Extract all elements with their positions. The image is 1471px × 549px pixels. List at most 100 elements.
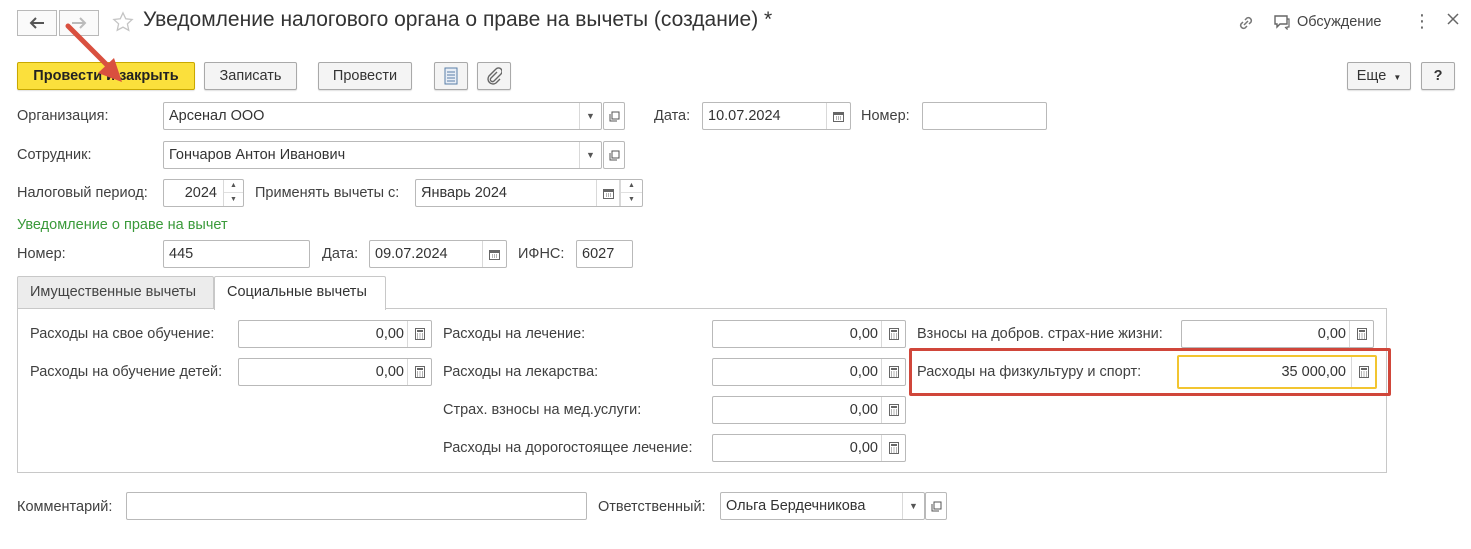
dropdown-icon[interactable]: ▼ bbox=[902, 493, 924, 519]
organization-open-button[interactable] bbox=[603, 102, 625, 130]
employee-label: Сотрудник: bbox=[17, 147, 92, 163]
ifns-label: ИФНС: bbox=[518, 246, 565, 262]
notice-number-field[interactable]: 445 bbox=[163, 240, 310, 268]
stepper-down-icon[interactable]: ▼ bbox=[621, 193, 642, 206]
treatment-value: 0,00 bbox=[849, 326, 878, 342]
children-education-field[interactable]: 0,00 bbox=[238, 358, 432, 386]
apply-from-label: Применять вычеты с: bbox=[255, 185, 400, 201]
calculator-icon[interactable] bbox=[881, 359, 905, 385]
life-insurance-field[interactable]: 0,00 bbox=[1181, 320, 1374, 348]
calculator-icon[interactable] bbox=[881, 397, 905, 423]
responsible-open-button[interactable] bbox=[925, 492, 947, 520]
more-label: Еще bbox=[1356, 68, 1387, 84]
close-icon[interactable] bbox=[1446, 12, 1460, 29]
med-insurance-field[interactable]: 0,00 bbox=[712, 396, 906, 424]
discussion-button[interactable]: Обсуждение bbox=[1273, 14, 1381, 30]
notice-date-label: Дата: bbox=[322, 246, 359, 262]
children-education-label: Расходы на обучение детей: bbox=[30, 364, 223, 380]
employee-field[interactable]: Гончаров Антон Иванович ▼ bbox=[163, 141, 602, 169]
med-insurance-value: 0,00 bbox=[849, 402, 878, 418]
open-window-icon bbox=[609, 150, 619, 160]
notice-section-title: Уведомление о праве на вычет bbox=[17, 217, 228, 233]
number-label: Номер: bbox=[861, 108, 910, 124]
calculator-icon[interactable] bbox=[407, 359, 431, 385]
discussion-label: Обсуждение bbox=[1297, 14, 1382, 30]
month-stepper[interactable]: ▲ ▼ bbox=[620, 180, 642, 206]
attach-button[interactable] bbox=[477, 62, 511, 90]
paperclip-icon bbox=[487, 67, 502, 85]
organization-field[interactable]: Арсенал ООО ▼ bbox=[163, 102, 602, 130]
own-education-field[interactable]: 0,00 bbox=[238, 320, 432, 348]
treatment-label: Расходы на лечение: bbox=[443, 326, 586, 342]
dropdown-icon[interactable]: ▼ bbox=[579, 142, 601, 168]
tab-social-deductions[interactable]: Социальные вычеты bbox=[214, 276, 386, 310]
organization-label: Организация: bbox=[17, 108, 109, 124]
save-button[interactable]: Записать bbox=[204, 62, 297, 90]
chat-icon bbox=[1274, 15, 1290, 30]
more-menu-icon[interactable]: ⋮ bbox=[1413, 12, 1431, 30]
children-education-value: 0,00 bbox=[375, 364, 404, 380]
responsible-field[interactable]: Ольга Бердечникова ▼ bbox=[720, 492, 925, 520]
open-window-icon bbox=[931, 501, 941, 511]
year-stepper[interactable]: ▲ ▼ bbox=[223, 180, 243, 206]
open-window-icon bbox=[609, 111, 619, 121]
document-list-icon bbox=[444, 67, 458, 85]
link-icon[interactable] bbox=[1236, 13, 1256, 36]
responsible-label: Ответственный: bbox=[598, 499, 706, 515]
stepper-down-icon[interactable]: ▼ bbox=[224, 193, 243, 206]
med-insurance-label: Страх. взносы на мед.услуги: bbox=[443, 402, 642, 418]
tax-period-value: 2024 bbox=[184, 185, 217, 201]
responsible-value: Ольга Бердечникова bbox=[726, 498, 866, 514]
page-title: Уведомление налогового органа о праве на… bbox=[143, 8, 773, 31]
post-button[interactable]: Провести bbox=[318, 62, 412, 90]
notice-number-label: Номер: bbox=[17, 246, 66, 262]
apply-from-field[interactable]: Январь 2024 ▲ ▼ bbox=[415, 179, 643, 207]
tax-period-label: Налоговый период: bbox=[17, 185, 148, 201]
treatment-field[interactable]: 0,00 bbox=[712, 320, 906, 348]
calculator-icon[interactable] bbox=[407, 321, 431, 347]
notice-number-value: 445 bbox=[169, 246, 194, 262]
sport-value: 35 000,00 bbox=[1281, 364, 1346, 380]
calculator-icon[interactable] bbox=[881, 321, 905, 347]
tab-property-deductions[interactable]: Имущественные вычеты bbox=[17, 276, 214, 309]
notice-date-field[interactable]: 09.07.2024 bbox=[369, 240, 507, 268]
calendar-icon[interactable] bbox=[826, 103, 850, 129]
number-field[interactable] bbox=[922, 102, 1047, 130]
tax-period-field[interactable]: 2024 ▲ ▼ bbox=[163, 179, 244, 207]
arrow-left-icon bbox=[29, 17, 44, 29]
pointer-arrow bbox=[65, 23, 122, 82]
expensive-treatment-label: Расходы на дорогостоящее лечение: bbox=[443, 440, 693, 456]
back-button[interactable] bbox=[17, 10, 57, 36]
expensive-treatment-field[interactable]: 0,00 bbox=[712, 434, 906, 462]
medicines-value: 0,00 bbox=[849, 364, 878, 380]
chevron-down-icon: ▼ bbox=[1393, 73, 1402, 82]
date-label: Дата: bbox=[654, 108, 691, 124]
sport-field[interactable]: 35 000,00 bbox=[1177, 355, 1377, 389]
own-education-value: 0,00 bbox=[375, 326, 404, 342]
apply-from-value: Январь 2024 bbox=[421, 185, 507, 201]
medicines-field[interactable]: 0,00 bbox=[712, 358, 906, 386]
notice-date-value: 09.07.2024 bbox=[375, 246, 448, 262]
organization-value: Арсенал ООО bbox=[169, 108, 265, 124]
ifns-value: 6027 bbox=[582, 246, 615, 262]
life-insurance-value: 0,00 bbox=[1317, 326, 1346, 342]
dropdown-icon[interactable]: ▼ bbox=[579, 103, 601, 129]
calculator-icon[interactable] bbox=[881, 435, 905, 461]
calendar-icon[interactable] bbox=[482, 241, 506, 267]
more-button[interactable]: Еще ▼ bbox=[1347, 62, 1411, 90]
calculator-icon[interactable] bbox=[1349, 321, 1373, 347]
sport-label: Расходы на физкультуру и спорт: bbox=[917, 364, 1142, 380]
ifns-field[interactable]: 6027 bbox=[576, 240, 633, 268]
comment-field[interactable] bbox=[126, 492, 587, 520]
comment-label: Комментарий: bbox=[17, 499, 113, 515]
life-insurance-label: Взносы на добров. страх-ние жизни: bbox=[917, 326, 1163, 342]
calendar-icon[interactable] bbox=[596, 180, 620, 206]
employee-open-button[interactable] bbox=[603, 141, 625, 169]
date-field[interactable]: 10.07.2024 bbox=[702, 102, 851, 130]
help-button[interactable]: ? bbox=[1421, 62, 1455, 90]
report-button[interactable] bbox=[434, 62, 468, 90]
employee-value: Гончаров Антон Иванович bbox=[169, 147, 346, 163]
calculator-icon[interactable] bbox=[1351, 357, 1375, 387]
expensive-treatment-value: 0,00 bbox=[849, 440, 878, 456]
date-value: 10.07.2024 bbox=[708, 108, 781, 124]
